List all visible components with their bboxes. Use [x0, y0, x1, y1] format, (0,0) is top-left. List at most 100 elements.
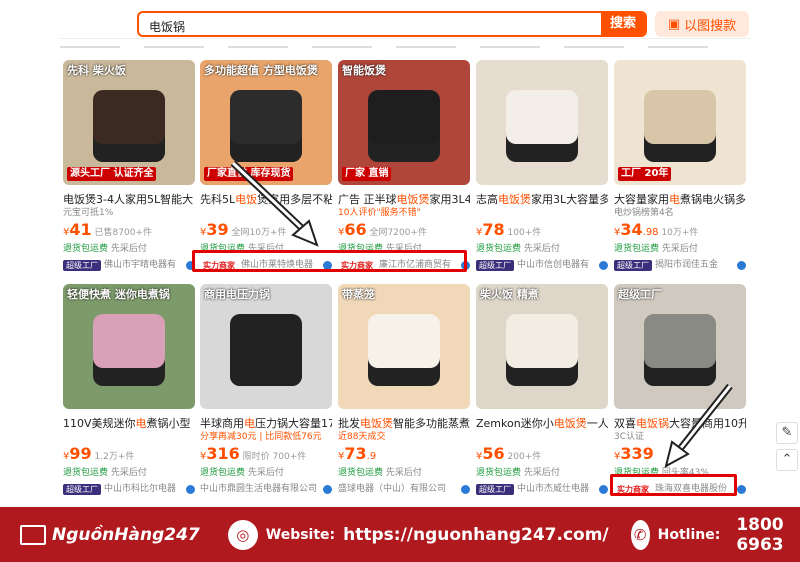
- filter-bar: [60, 38, 750, 48]
- phone-icon: ✆: [630, 519, 650, 550]
- shipping-info: 退货包运费 先采后付: [476, 468, 560, 478]
- image-tag: 厂家 直销: [342, 167, 392, 181]
- shop-line[interactable]: 超级工厂 揭阳市润佳五金: [614, 257, 746, 273]
- sold-count: 已售8700+件: [94, 228, 152, 238]
- product-image[interactable]: 商用电压力锅: [200, 284, 332, 409]
- product-image[interactable]: 工厂 20年: [614, 60, 746, 185]
- price-line: ¥78 100+件: [476, 220, 608, 243]
- shipping-info: 退货包运费 先采后付: [63, 468, 147, 478]
- price-line: ¥73.9: [338, 444, 470, 467]
- product-card[interactable]: 工厂 20年 大容量家用电煮锅电火锅多 电炒锅榜第4名 ¥34.98 10万+件 退货包…: [614, 60, 746, 285]
- search-button[interactable]: 搜索: [601, 13, 645, 35]
- globe-icon: ◎: [227, 519, 258, 550]
- image-caption: 商用电压力锅: [204, 288, 270, 301]
- product-title[interactable]: Zemkon迷你小电饭煲一人: [476, 417, 608, 431]
- product-image[interactable]: 柴火饭 精煮: [476, 284, 608, 409]
- image-search-label: 以图搜款: [684, 18, 737, 34]
- product-card[interactable]: 轻便快煮 迷你电煮锅 110V美规迷你电煮锅小型 ¥99 1.2万+件 退货包运费 先…: [63, 284, 195, 509]
- wangwang-icon[interactable]: [737, 484, 746, 494]
- price-line: ¥34.98 10万+件: [614, 220, 746, 243]
- price-line: ¥56 200+件: [476, 444, 608, 467]
- product-image[interactable]: [476, 60, 608, 185]
- product-title[interactable]: 110V美规迷你电煮锅小型: [63, 417, 195, 431]
- product-image[interactable]: 轻便快煮 迷你电煮锅: [63, 284, 195, 409]
- shop-name: 中山市杰威仕电器: [517, 483, 590, 494]
- shop-line[interactable]: 超级工厂 佛山市宇晴电器有: [63, 257, 195, 273]
- hotline-info: ✆ Hotline: 1800 6963: [630, 515, 800, 555]
- product-title[interactable]: 大容量家用电煮锅电火锅多: [614, 193, 746, 207]
- product-photo: [93, 90, 165, 162]
- price: ¥78: [476, 220, 505, 239]
- box-icon: [20, 524, 46, 545]
- price: ¥339: [614, 444, 654, 463]
- website-label: Website:: [265, 526, 336, 543]
- edit-icon[interactable]: ✎: [776, 422, 798, 444]
- price-line: ¥66 全网7200+件: [338, 220, 470, 243]
- product-title[interactable]: 志高电饭煲家用3L大容量多: [476, 193, 608, 207]
- product-card[interactable]: 带蒸笼 批发电饭煲智能多功能蒸煮 近88天成交 ¥73.9 退货包运费 先采后付 盛球电…: [338, 284, 470, 509]
- shop-badge: 超级工厂: [476, 259, 514, 271]
- product-photo: [230, 90, 302, 162]
- product-card[interactable]: 柴火饭 精煮 Zemkon迷你小电饭煲一人 ¥56 200+件 退货包运费 先采后付超…: [476, 284, 608, 509]
- brand-name: NguồnHàng247: [52, 524, 200, 545]
- shop-badge: 超级工厂: [614, 259, 652, 271]
- wangwang-icon[interactable]: [599, 260, 608, 270]
- product-image[interactable]: 先科 柴火饭 源头工厂 认证齐全: [63, 60, 195, 185]
- shipping-info: 退货包运费 先采后付: [614, 244, 698, 254]
- price-line: ¥41 已售8700+件: [63, 222, 195, 243]
- product-card[interactable]: 先科 柴火饭 源头工厂 认证齐全电饭煲3-4人家用5L智能大 元宝可抵1% ¥41 已…: [63, 60, 195, 285]
- price: ¥99: [63, 444, 92, 463]
- product-photo: [506, 314, 578, 386]
- image-search-button[interactable]: ▣ 以图搜款: [655, 11, 749, 37]
- image-caption: 先科 柴火饭: [67, 64, 126, 77]
- sold-count: 200+件: [507, 452, 542, 462]
- product-card[interactable]: 志高电饭煲家用3L大容量多 ¥78 100+件 退货包运费 先采后付 超级工厂 中山市信…: [476, 60, 608, 285]
- product-subtitle: 近88天成交: [338, 432, 386, 442]
- website-link[interactable]: https://nguonhang247.com/: [343, 525, 608, 545]
- hotline-number[interactable]: 1800 6963: [736, 515, 800, 555]
- shop-line[interactable]: 超级工厂 中山市信创电器有: [476, 257, 608, 273]
- shop-line[interactable]: 中山市鼎圆生活电器有限公司: [200, 481, 332, 497]
- shop-badge: 超级工厂: [63, 483, 101, 495]
- wangwang-icon[interactable]: [323, 484, 332, 494]
- wangwang-icon[interactable]: [737, 260, 746, 270]
- product-image[interactable]: 智能饭煲 厂家 直销: [338, 60, 470, 185]
- product-image[interactable]: 带蒸笼: [338, 284, 470, 409]
- price: ¥73.9: [338, 444, 377, 463]
- sold-count: 全网7200+件: [369, 228, 427, 238]
- camera-icon: ▣: [667, 16, 681, 32]
- shop-line[interactable]: 超级工厂 中山市杰威仕电器: [476, 481, 608, 497]
- product-photo: [230, 314, 302, 386]
- sold-count: 10万+件: [661, 228, 699, 238]
- shop-name: 中山市鼎圆生活电器有限公司: [200, 483, 318, 494]
- image-caption: 轻便快煮 迷你电煮锅: [67, 288, 170, 301]
- product-card[interactable]: 商用电压力锅 半球商用电压力锅大容量17 分享再减30元 | 比同款低76元 ¥316…: [200, 284, 332, 509]
- website-info: ◎ Website: https://nguonhang247.com/: [227, 519, 609, 550]
- wangwang-icon[interactable]: [599, 484, 608, 494]
- product-subtitle: [476, 431, 608, 444]
- shop-name: 盛球电器（中山）有限公司: [338, 483, 447, 494]
- product-title[interactable]: 半球商用电压力锅大容量17: [200, 417, 332, 431]
- price: ¥56: [476, 444, 505, 463]
- price-line: ¥316 限时价 700+件: [200, 446, 332, 467]
- shop-badge: 超级工厂: [476, 483, 514, 495]
- price: ¥34.98: [614, 220, 659, 239]
- scroll-top-icon[interactable]: ⌃: [776, 449, 798, 471]
- wangwang-icon[interactable]: [461, 484, 470, 494]
- product-subtitle: 10人评价"服务不错": [338, 208, 421, 218]
- product-subtitle: 元宝可抵1%: [63, 208, 114, 218]
- shop-line[interactable]: 超级工厂 中山市科比尔电器: [63, 481, 195, 497]
- shipping-info: 退货包运费 先采后付: [63, 244, 147, 254]
- highlight-box-2: [610, 474, 737, 496]
- product-title[interactable]: 广告 正半球电饭煲家用3L4L: [338, 193, 470, 207]
- product-photo: [368, 90, 440, 162]
- product-title[interactable]: 批发电饭煲智能多功能蒸煮: [338, 417, 470, 431]
- product-title[interactable]: 电饭煲3-4人家用5L智能大: [63, 193, 195, 207]
- product-photo: [93, 314, 165, 386]
- shop-line[interactable]: 盛球电器（中山）有限公司: [338, 481, 470, 497]
- product-subtitle: [63, 431, 195, 444]
- product-photo: [506, 90, 578, 162]
- price: ¥66: [338, 220, 367, 239]
- wangwang-icon[interactable]: [186, 484, 195, 494]
- search-input[interactable]: 电饭锅: [139, 13, 601, 35]
